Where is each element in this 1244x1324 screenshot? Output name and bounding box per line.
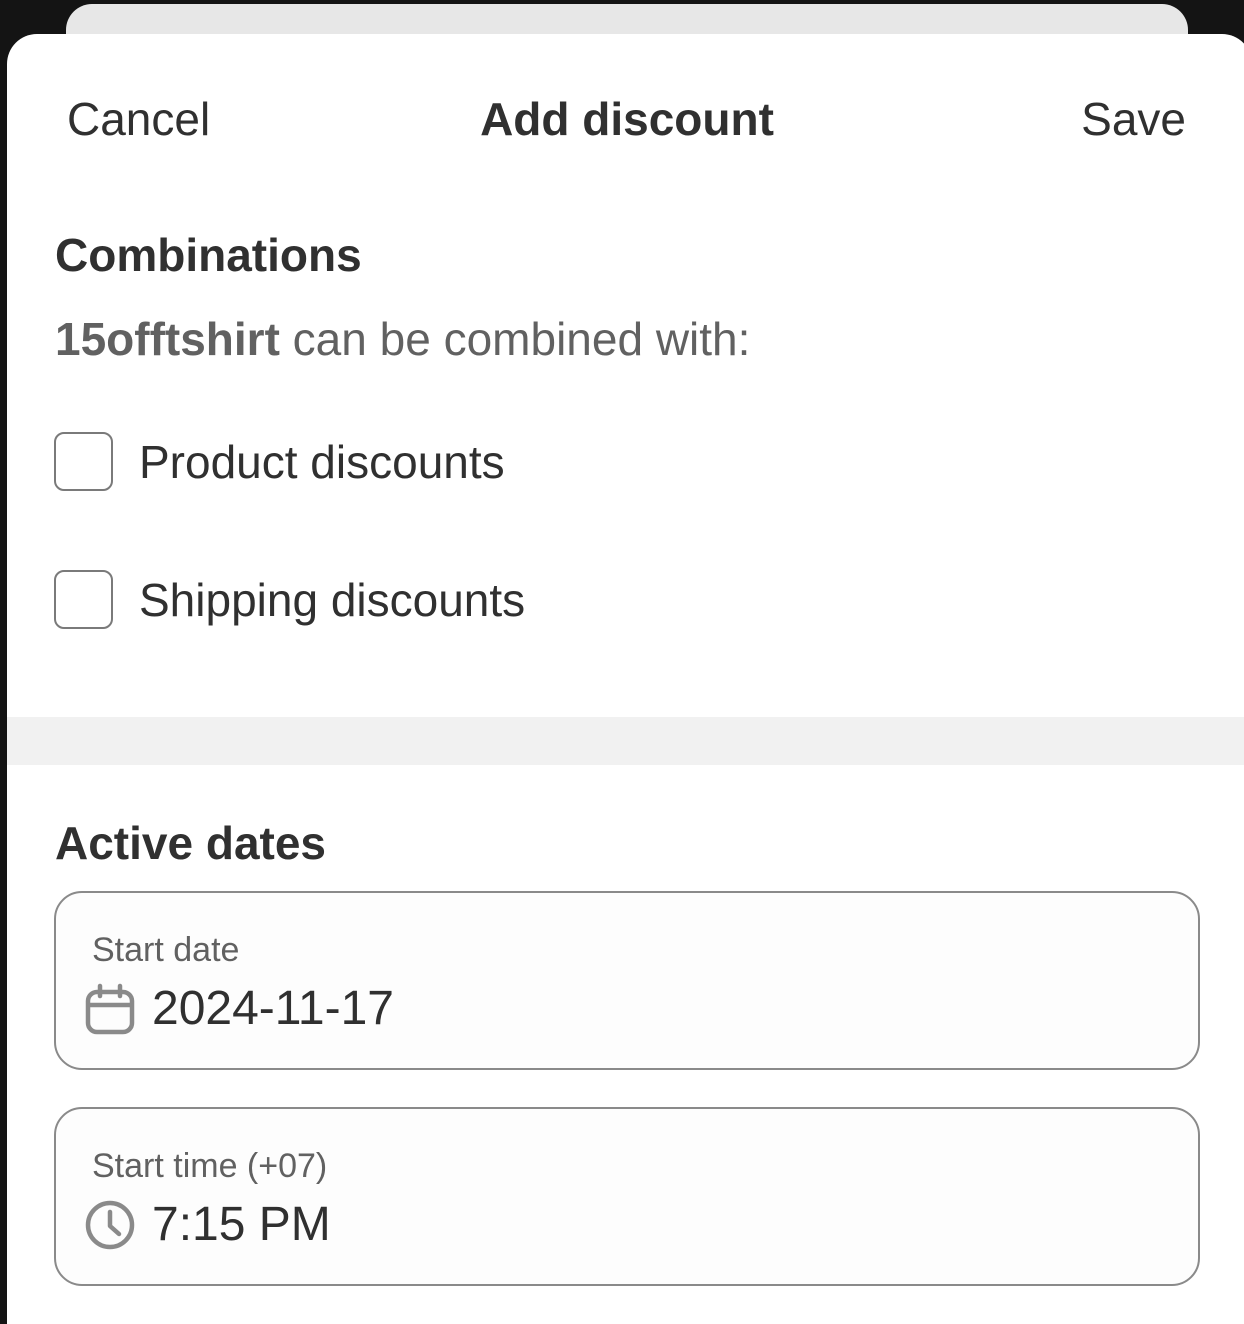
section-divider [7,717,1244,765]
calendar-icon [84,983,136,1035]
save-button[interactable]: Save [1081,92,1186,146]
start-time-value-row: 7:15 PM [84,1197,331,1252]
start-date-label: Start date [92,931,240,969]
start-date-value: 2024-11-17 [152,982,394,1035]
start-time-value: 7:15 PM [152,1198,331,1251]
start-time-field[interactable]: Start time (+07) 7:15 PM [54,1107,1200,1286]
clock-icon [84,1199,136,1251]
nav-bar: Cancel Add discount Save [7,34,1244,209]
start-date-field[interactable]: Start date 2024-11-17 [54,891,1200,1070]
start-time-label: Start time (+07) [92,1147,328,1185]
combine-description: 15offtshirt can be combined with: [55,312,750,366]
start-date-value-row: 2024-11-17 [84,981,394,1036]
shipping-discounts-label: Shipping discounts [139,573,526,626]
combine-text: can be combined with: [279,313,751,365]
product-discounts-checkbox[interactable] [54,432,113,491]
page-title: Add discount [480,93,774,145]
shipping-discounts-checkbox[interactable] [54,570,113,629]
active-dates-heading: Active dates [55,817,327,869]
shipping-discounts-option[interactable]: Shipping discounts [54,570,525,629]
product-discounts-label: Product discounts [139,435,505,488]
product-discounts-option[interactable]: Product discounts [54,432,505,491]
discount-code: 15offtshirt [55,313,280,365]
combinations-heading: Combinations [55,229,362,281]
add-discount-sheet: Cancel Add discount Save Combinations 15… [7,34,1244,1324]
